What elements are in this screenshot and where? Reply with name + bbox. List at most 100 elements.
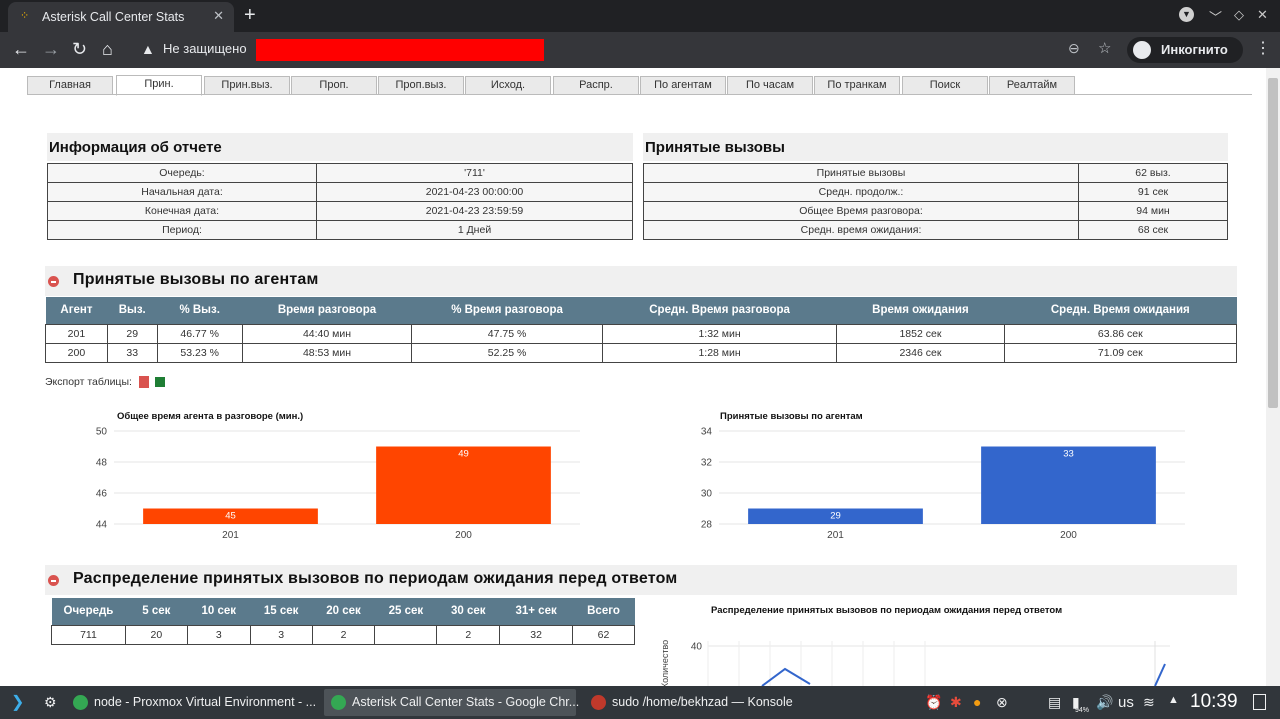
url-redaction[interactable] bbox=[256, 39, 544, 61]
tray-app-icon-2[interactable]: ● bbox=[973, 694, 981, 710]
close-window-icon[interactable]: ✕ bbox=[1257, 7, 1268, 23]
warning-icon[interactable]: ▲ bbox=[141, 41, 155, 57]
info-row: Средн. время ожидания: 68 сек bbox=[643, 220, 1228, 240]
security-status[interactable]: Не защищено bbox=[163, 41, 247, 56]
series-line[interactable] bbox=[1154, 663, 1166, 686]
tray-app-icon[interactable]: ✱ bbox=[950, 694, 962, 711]
page-scrollbar[interactable] bbox=[1266, 68, 1280, 686]
agents-section-header[interactable]: Принятые вызовы по агентам bbox=[45, 266, 1237, 296]
column-header[interactable]: Время ожидания bbox=[836, 297, 1005, 324]
tab-7[interactable]: По агентам bbox=[640, 76, 726, 95]
tab-5[interactable]: Исход. bbox=[465, 76, 551, 95]
column-header[interactable]: Агент bbox=[45, 297, 108, 324]
y-axis-label: Количество bbox=[660, 640, 670, 686]
info-value: 1 Дней bbox=[316, 220, 633, 240]
tab-1[interactable]: Прин. bbox=[116, 75, 202, 96]
table-row: 201 29 46.77 % 44:40 мин 47.75 % 1:32 мин 1852… bbox=[45, 323, 1238, 344]
tab-8[interactable]: По часам bbox=[727, 76, 813, 95]
info-row: Конечная дата: 2021-04-23 23:59:59 bbox=[47, 201, 633, 221]
volume-icon[interactable]: 🔊 bbox=[1096, 694, 1113, 711]
clock[interactable]: 10:39 bbox=[1190, 691, 1238, 713]
tab-3[interactable]: Проп. bbox=[291, 76, 377, 95]
bar-value-label: 29 bbox=[830, 511, 841, 522]
table-cell: 2 bbox=[436, 624, 501, 645]
collapse-icon[interactable] bbox=[48, 276, 59, 287]
table-cell: 33 bbox=[106, 342, 158, 363]
table-cell: 62 bbox=[572, 624, 635, 645]
new-tab-button[interactable]: + bbox=[244, 4, 256, 27]
profile-menu-icon[interactable]: ▼ bbox=[1179, 7, 1194, 22]
maximize-icon[interactable]: ◇ bbox=[1234, 7, 1244, 23]
column-header[interactable]: Средн. Время разговора bbox=[602, 297, 837, 324]
tab-10[interactable]: Поиск bbox=[902, 76, 988, 95]
x-tick-label: 200 bbox=[1060, 530, 1077, 541]
task-app-icon bbox=[591, 695, 606, 710]
tab-0[interactable]: Главная bbox=[27, 76, 113, 95]
wifi-icon[interactable]: ≋ bbox=[1143, 694, 1155, 711]
reload-icon[interactable]: ↻ bbox=[72, 39, 87, 60]
answered-summary-title: Принятые вызовы bbox=[643, 133, 1228, 161]
excel-export-icon[interactable] bbox=[154, 377, 165, 388]
wait-section-header[interactable]: Распределение принятых вызовов по период… bbox=[45, 565, 1237, 595]
incognito-indicator[interactable]: Инкогнито bbox=[1127, 37, 1243, 63]
tab-9[interactable]: По транкам bbox=[814, 76, 900, 95]
home-icon[interactable]: ⌂ bbox=[102, 39, 113, 60]
chart-talk-time: 44 46 48 50 45 201 49 200 bbox=[96, 427, 580, 541]
clipboard-icon[interactable]: ▤ bbox=[1048, 694, 1061, 711]
table-cell: 53.23 % bbox=[156, 342, 243, 363]
column-header[interactable]: Всего bbox=[572, 598, 635, 625]
tab-4[interactable]: Проп.выз. bbox=[378, 76, 464, 95]
column-header[interactable]: Средн. Время ожидания bbox=[1004, 297, 1237, 324]
column-header[interactable]: % Выз. bbox=[157, 297, 243, 324]
taskbar-task[interactable]: node - Proxmox Virtual Environment - ... bbox=[66, 689, 318, 716]
back-icon[interactable]: ← bbox=[12, 39, 30, 60]
notification-icon[interactable]: ⏰ bbox=[925, 694, 942, 711]
column-header[interactable]: % Время разговора bbox=[411, 297, 603, 324]
browser-menu-icon[interactable]: ⋮ bbox=[1255, 38, 1271, 58]
forward-icon[interactable]: → bbox=[42, 39, 60, 60]
scroll-thumb[interactable] bbox=[1268, 78, 1278, 408]
column-header[interactable]: Время разговора bbox=[242, 297, 412, 324]
tray-expand-icon[interactable]: ▲ bbox=[1168, 694, 1179, 706]
battery-level: 94% bbox=[1075, 707, 1090, 714]
bar-value-label: 45 bbox=[225, 511, 236, 522]
table-cell: 2346 сек bbox=[836, 342, 1005, 363]
info-value: 91 сек bbox=[1078, 182, 1228, 202]
series-line[interactable] bbox=[761, 667, 811, 686]
zoom-icon[interactable]: ⊖ bbox=[1068, 40, 1080, 57]
bookmark-star-icon[interactable]: ☆ bbox=[1098, 39, 1111, 57]
agents-table: Агент Выз.% Выз. Время разговора% Время ра… bbox=[45, 297, 1238, 363]
app-launcher-icon[interactable]: ❯ bbox=[11, 692, 24, 712]
y-tick-label: 48 bbox=[96, 458, 108, 469]
browser-tab[interactable]: ⁘ Asterisk Call Center Stats ✕ bbox=[8, 2, 234, 32]
settings-icon[interactable]: ⚙ bbox=[44, 694, 57, 711]
keyboard-layout[interactable]: us bbox=[1118, 694, 1134, 711]
column-header[interactable]: 25 сек bbox=[374, 598, 437, 625]
column-header[interactable]: 15 сек bbox=[250, 598, 313, 625]
column-header[interactable]: 31+ сек bbox=[499, 598, 573, 625]
taskbar-task[interactable]: Asterisk Call Center Stats - Google Chr.… bbox=[324, 689, 579, 716]
table-cell: 3 bbox=[186, 624, 251, 645]
collapse-icon[interactable] bbox=[48, 575, 59, 586]
info-value: 2021-04-23 00:00:00 bbox=[316, 182, 633, 202]
pdf-export-icon[interactable] bbox=[138, 376, 149, 389]
column-header[interactable]: 10 сек bbox=[187, 598, 251, 625]
close-tab-icon[interactable]: ✕ bbox=[213, 8, 224, 24]
column-header[interactable]: 30 сек bbox=[436, 598, 500, 625]
taskbar-task[interactable]: sudo /home/bekhzad — Konsole bbox=[584, 689, 836, 716]
column-header[interactable]: Выз. bbox=[107, 297, 158, 324]
y-tick-label: 30 bbox=[701, 489, 713, 500]
minimize-icon[interactable]: ﹀ bbox=[1209, 7, 1222, 26]
tray-app-icon-3[interactable]: ⊗ bbox=[996, 694, 1008, 711]
show-desktop-icon[interactable] bbox=[1253, 694, 1266, 710]
info-label: Начальная дата: bbox=[47, 182, 317, 202]
table-row: 200 33 53.23 % 48:53 мин 52.25 % 1:28 мин 2346… bbox=[45, 342, 1238, 363]
column-header[interactable]: 20 сек bbox=[312, 598, 375, 625]
y-tick-label: 34 bbox=[701, 427, 713, 438]
tab-11[interactable]: Реалтайм bbox=[989, 76, 1075, 95]
table-cell: 711 bbox=[51, 624, 126, 645]
tab-2[interactable]: Прин.выз. bbox=[204, 76, 290, 95]
column-header[interactable]: Очередь bbox=[51, 598, 126, 625]
column-header[interactable]: 5 сек bbox=[125, 598, 188, 625]
tab-6[interactable]: Распр. bbox=[553, 76, 639, 95]
